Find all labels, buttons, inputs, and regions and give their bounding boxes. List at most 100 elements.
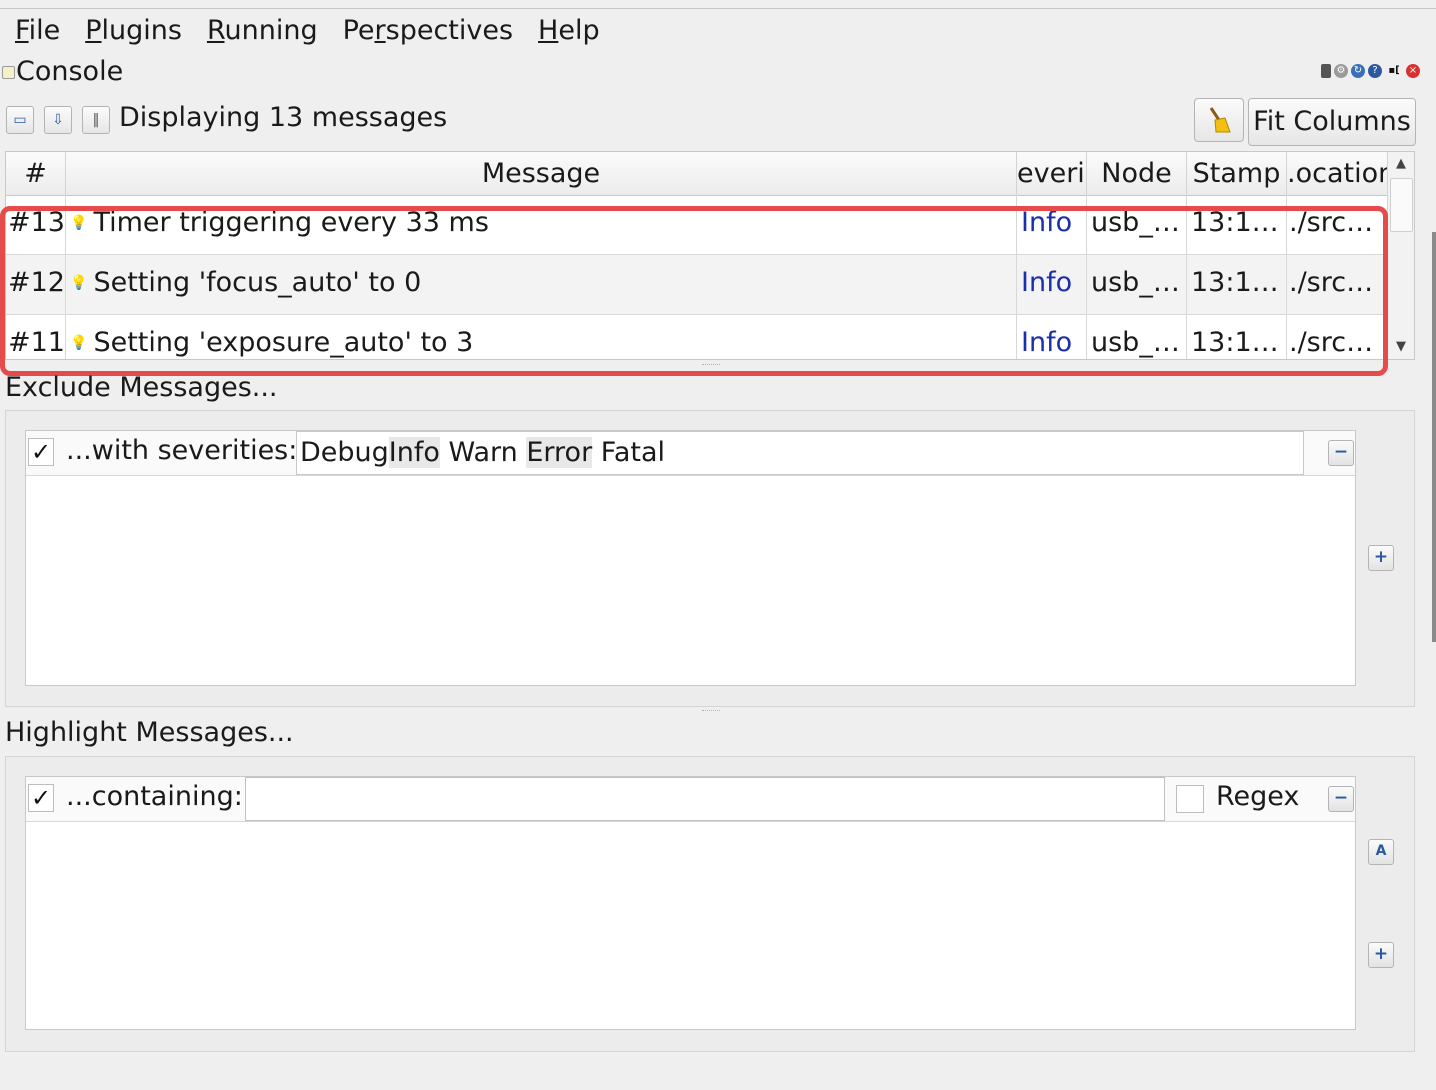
severity-option[interactable]: Fatal	[601, 437, 665, 468]
highlight-filter-label: ...containing:	[66, 781, 243, 812]
pause-button[interactable]: ‖	[82, 106, 110, 134]
console-icon	[2, 66, 15, 79]
severity-option[interactable]: Warn	[449, 437, 518, 468]
message-count-label: Displaying 13 messages	[119, 102, 448, 133]
menu-plugins-label: lugins	[101, 14, 182, 46]
menu-perspectives-label: spectives	[385, 14, 514, 46]
highlight-section-title: Highlight Messages...	[5, 717, 294, 748]
menu-help[interactable]: Help	[528, 15, 610, 46]
window-edge	[1432, 232, 1436, 642]
severity-list[interactable]: DebugInfo Warn Error Fatal	[296, 431, 1304, 475]
menu-help-label: elp	[558, 14, 600, 46]
scrollbar-thumb[interactable]	[1390, 178, 1413, 232]
menu-bar: File Plugins Running Perspectives Help	[0, 10, 1436, 50]
row-number: #12	[6, 255, 66, 315]
console-toolbar: ▭ ⇩ ‖ Displaying 13 messages Fit Columns	[0, 98, 1436, 146]
row-number: #13	[6, 195, 66, 255]
column-header-number[interactable]: #	[6, 152, 66, 195]
row-stamp: 13:1…	[1187, 255, 1287, 315]
broom-icon	[1209, 107, 1231, 133]
console-title-bar: Console ⚙ ↻ ? ▪[ ×	[0, 56, 1436, 90]
remove-highlight-filter-button[interactable]: −	[1328, 786, 1354, 812]
close-icon[interactable]: ×	[1406, 64, 1420, 78]
menu-perspectives-mnemonic: r	[374, 14, 386, 46]
lightbulb-icon: 💡	[70, 215, 88, 231]
table-row[interactable]: #13 💡 Timer triggering every 33 ms Info u…	[6, 195, 1389, 255]
menu-help-mnemonic: H	[538, 14, 559, 46]
add-highlight-text-filter-button[interactable]: A	[1368, 839, 1394, 865]
help-icon[interactable]: ?	[1368, 64, 1382, 78]
severity-option-selected[interactable]: Error	[526, 437, 593, 468]
menu-plugins[interactable]: Plugins	[75, 15, 192, 46]
highlight-text-input[interactable]	[245, 777, 1165, 821]
menu-perspectives[interactable]: Perspectives	[333, 15, 523, 46]
row-severity: Info	[1017, 255, 1087, 315]
top-border	[0, 8, 1436, 9]
add-exclude-filter-button[interactable]: +	[1368, 545, 1394, 571]
table-header: # Message everi Node Stamp .ocation	[6, 152, 1389, 196]
scroll-up-icon[interactable]: ▲	[1388, 152, 1414, 176]
table-row[interactable]: #11 💡 Setting 'exposure_auto' to 3 Info u…	[6, 315, 1389, 359]
row-message-cell: 💡 Setting 'exposure_auto' to 3	[66, 315, 1017, 359]
clear-button[interactable]	[1194, 98, 1244, 142]
save-button[interactable]: ▭	[6, 106, 34, 134]
lightbulb-icon: 💡	[70, 335, 88, 351]
row-severity: Info	[1017, 195, 1087, 255]
pause-icon: ‖	[92, 112, 100, 128]
gear-icon[interactable]: ⚙	[1334, 64, 1348, 78]
save-icon: ▭	[13, 112, 27, 128]
row-severity: Info	[1017, 315, 1087, 359]
menu-perspectives-prefix: Pe	[342, 14, 375, 46]
minimize-icon[interactable]: ▪[	[1385, 64, 1403, 78]
regex-label: Regex	[1216, 781, 1300, 812]
add-highlight-filter-button[interactable]: +	[1368, 942, 1394, 968]
highlight-filter-checkbox[interactable]: ✓	[28, 784, 54, 812]
table-scrollbar[interactable]: ▲ ▼	[1387, 152, 1414, 359]
severity-option-selected[interactable]: Info	[388, 437, 440, 468]
row-location: ./src…	[1289, 327, 1374, 358]
scroll-down-icon[interactable]: ▼	[1388, 335, 1414, 359]
load-button[interactable]: ⇩	[44, 106, 72, 134]
highlight-filter-list: ✓ ...containing: Regex −	[25, 776, 1356, 1030]
menu-plugins-mnemonic: P	[85, 14, 102, 46]
column-header-location[interactable]: .ocation	[1287, 152, 1389, 195]
row-node: usb_…	[1087, 315, 1187, 359]
menu-running[interactable]: Running	[197, 15, 328, 46]
exclude-filter-checkbox[interactable]: ✓	[28, 438, 54, 466]
dock-icon[interactable]	[1321, 64, 1331, 78]
column-header-severity[interactable]: everi	[1017, 152, 1087, 195]
row-message: Setting 'exposure_auto' to 3	[93, 327, 474, 358]
row-node: usb_…	[1087, 195, 1187, 255]
row-message-cell: 💡 Timer triggering every 33 ms	[66, 195, 1017, 255]
dock-controls: ⚙ ↻ ? ▪[ ×	[1321, 64, 1420, 78]
row-number: #11	[6, 315, 66, 359]
console-title: Console	[16, 56, 124, 87]
reload-icon[interactable]: ↻	[1351, 64, 1365, 78]
splitter-handle[interactable]	[702, 710, 720, 714]
menu-file[interactable]: File	[5, 15, 70, 46]
remove-exclude-filter-button[interactable]: −	[1328, 440, 1354, 466]
splitter-handle[interactable]	[702, 364, 720, 368]
message-table: # Message everi Node Stamp .ocation #13 …	[5, 151, 1415, 360]
exclude-section-title: Exclude Messages...	[5, 372, 278, 403]
fit-columns-button[interactable]: Fit Columns	[1248, 98, 1416, 146]
row-message-cell: 💡 Setting 'focus_auto' to 0	[66, 255, 1017, 315]
table-row[interactable]: #12 💡 Setting 'focus_auto' to 0 Info usb_…	[6, 255, 1389, 315]
column-header-message[interactable]: Message	[66, 152, 1017, 195]
exclude-severity-filter: ✓ ...with severities: DebugInfo Warn Err…	[26, 431, 1355, 476]
severity-option[interactable]: Debug	[300, 437, 389, 468]
highlight-text-filter: ✓ ...containing: Regex −	[26, 777, 1355, 822]
row-location: ./src…	[1289, 207, 1374, 238]
open-icon: ⇩	[52, 112, 64, 128]
row-message: Timer triggering every 33 ms	[93, 207, 489, 238]
row-location: ./src…	[1289, 267, 1374, 298]
regex-checkbox[interactable]	[1176, 785, 1204, 813]
menu-running-mnemonic: R	[206, 14, 225, 46]
row-stamp: 13:1…	[1187, 195, 1287, 255]
row-message: Setting 'focus_auto' to 0	[93, 267, 422, 298]
column-header-node[interactable]: Node	[1087, 152, 1187, 195]
menu-file-label: ile	[28, 14, 61, 46]
row-stamp: 13:1…	[1187, 315, 1287, 359]
column-header-stamp[interactable]: Stamp	[1187, 152, 1287, 195]
menu-running-label: unning	[224, 14, 318, 46]
